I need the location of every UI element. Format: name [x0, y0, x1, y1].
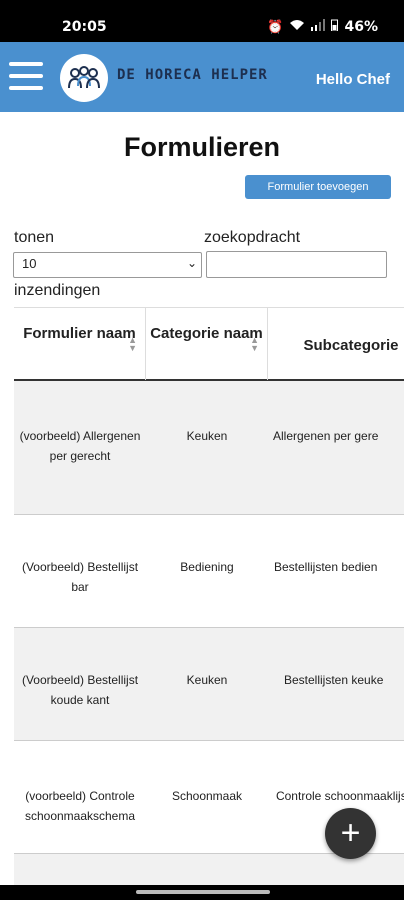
battery-icon: [331, 19, 339, 35]
cell-subcategory: Bestellijsten keuke: [284, 673, 384, 687]
menu-icon[interactable]: [9, 62, 43, 90]
app-header: DE HORECA HELPER Hello Chef: [0, 42, 404, 112]
system-nav-bar: [0, 885, 404, 900]
table-row[interactable]: (Voorbeeld) Bestellijst koude kant Keuke…: [14, 628, 404, 741]
brand-name: DE HORECA HELPER: [117, 67, 268, 83]
page-title: Formulieren: [123, 132, 281, 162]
wifi-icon: [289, 19, 305, 35]
user-greeting[interactable]: Hello Chef: [316, 71, 390, 88]
cell-form-name: (Voorbeeld) Bestellijst bar: [21, 560, 139, 594]
cell-subcategory: Allergenen per gere: [273, 429, 379, 443]
entries-select-value: 10: [22, 256, 37, 271]
search-label: zoekopdracht: [204, 229, 301, 246]
table-header: Formulier naam ▲ ▼ Categorie naam ▲ ▼ Subc…: [14, 307, 404, 381]
logo[interactable]: [60, 54, 108, 102]
cell-category: Bediening: [180, 560, 234, 574]
search-input[interactable]: [206, 251, 387, 278]
forms-table: Formulier naam ▲ ▼ Categorie naam ▲ ▼ Subc…: [14, 307, 404, 885]
alarm-icon: ⏰: [267, 19, 284, 35]
status-bar: 20:05 ⏰ 46%: [0, 0, 404, 42]
cell-form-name: (voorbeeld) Controle schoonmaakschema: [24, 789, 136, 823]
cell-subcategory: Controle schoonmaaklijst: [275, 789, 404, 803]
add-form-button[interactable]: Formulier toevoegen: [245, 175, 391, 199]
column-header-subcategory[interactable]: Subcategorie: [268, 308, 404, 380]
entries-label: inzendingen: [14, 282, 101, 299]
table-row[interactable]: (voorbeeld) Allergenen per gerecht Keuke…: [14, 381, 404, 515]
home-handle[interactable]: [136, 890, 270, 894]
column-header-category[interactable]: Categorie naam ▲ ▼: [146, 308, 268, 380]
status-time: 20:05: [62, 19, 107, 35]
table-row[interactable]: (Voorbeeld) Bestellijst bar Bediening Be…: [14, 515, 404, 628]
status-icons: ⏰ 46%: [267, 19, 378, 35]
column-header-form-name[interactable]: Formulier naam ▲ ▼: [14, 308, 146, 380]
show-entries-label: tonen: [14, 229, 55, 246]
cell-subcategory: Bestellijsten bedien: [274, 560, 378, 574]
sort-icon: ▲ ▼: [250, 335, 259, 353]
battery-level: 46%: [344, 19, 378, 35]
signal-icon: [311, 19, 326, 35]
cell-category: Schoonmaak: [171, 789, 243, 803]
cell-category: Keuken: [186, 673, 228, 687]
cell-form-name: (voorbeeld) Allergenen per gerecht: [19, 429, 141, 463]
cell-category: Keuken: [186, 429, 228, 443]
chevron-down-icon: ⌄: [186, 256, 197, 270]
entries-select[interactable]: 10 ⌄: [13, 252, 202, 278]
add-fab-button[interactable]: +: [325, 808, 376, 859]
sort-icon: ▲ ▼: [128, 335, 137, 353]
cell-form-name: (Voorbeeld) Bestellijst koude kant: [21, 673, 139, 707]
